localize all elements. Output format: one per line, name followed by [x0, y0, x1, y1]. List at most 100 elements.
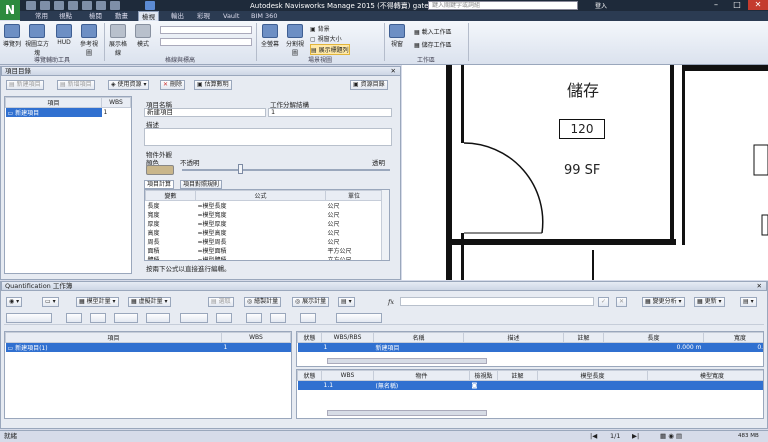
table-row[interactable]: 1.1 (無名稱) ◙ [297, 380, 763, 390]
virtual-takeoff-button[interactable]: ▦ 虛擬計量 ▾ [128, 297, 171, 307]
toolbar-button-9[interactable] [270, 313, 286, 323]
delete-button[interactable]: ✕ 刪除 [160, 80, 185, 90]
search-input[interactable]: 鍵入關鍵字或詞組 [428, 1, 578, 10]
col-unit[interactable]: 單位 [325, 190, 383, 201]
maximize-button[interactable]: □ [727, 0, 747, 10]
3d-viewport[interactable]: 儲存 120 99 SF [402, 65, 768, 280]
formula-row[interactable]: 體積 =模型體積 立方公尺 [146, 255, 383, 260]
close-button[interactable]: ✕ [748, 0, 768, 10]
item-name-field[interactable]: 新建項目 [144, 108, 266, 117]
update-button[interactable]: ▦ 更新 ▾ [694, 297, 725, 307]
col-object[interactable]: 物件 [373, 370, 470, 381]
opacity-slider-track[interactable] [182, 169, 390, 171]
formula-row[interactable]: 厚度 =模型厚度 公尺 [146, 219, 383, 228]
col-viewpoint[interactable]: 檢視點 [469, 370, 498, 381]
minimize-button[interactable]: – [706, 0, 726, 10]
new-item-button[interactable]: ▤ 新建項目 [6, 80, 44, 90]
layout-button[interactable]: ▭ ▾ [42, 297, 59, 307]
tree-row[interactable]: ▭ 新建項目 1 [5, 107, 131, 117]
hud-button[interactable]: HUD [54, 24, 74, 46]
col-model-width[interactable]: 模型寬度 [647, 370, 763, 381]
tab-animation[interactable]: 動畫 [112, 11, 131, 21]
formula-expression[interactable]: =模型面積 [196, 246, 326, 255]
tab-item-calc[interactable]: 項目計算 [144, 180, 175, 189]
col-status[interactable]: 狀態 [297, 370, 322, 381]
workbook-col-item[interactable]: 項目 [5, 332, 222, 343]
save-workspace-button[interactable]: ▦ 儲存工作區 [414, 40, 452, 49]
toolbar-button-2[interactable] [66, 313, 82, 323]
toolbar-button-3[interactable] [90, 313, 106, 323]
formula-row[interactable]: 長度 =模型長度 公尺 [146, 201, 383, 210]
formula-expression[interactable]: =模型體積 [196, 255, 326, 260]
col-width[interactable]: 寬度 [703, 332, 763, 343]
formula-expression[interactable]: =模型周長 [196, 237, 326, 246]
fullscreen-button[interactable]: 全螢幕 [259, 24, 281, 48]
tree-header-wbs[interactable]: WBS [101, 97, 131, 108]
accept-formula-button[interactable]: ✓ [598, 297, 610, 307]
reference-views-button[interactable]: 參考視圖 [78, 24, 100, 57]
toolbar-button-7[interactable] [216, 313, 232, 323]
description-field[interactable] [144, 128, 392, 146]
select-button[interactable]: ▤ 選取 [208, 297, 234, 307]
redo-icon[interactable] [82, 1, 92, 10]
use-resource-button[interactable]: ◈ 使用資源 ▾ [108, 80, 150, 90]
col-wbs[interactable]: WBS/RBS [321, 332, 374, 343]
login-link[interactable]: 登入 [595, 1, 607, 10]
viewcube-button[interactable]: 視圖立方塊 [24, 24, 50, 57]
col-length[interactable]: 長度 [603, 332, 704, 343]
show-title-bar-button[interactable]: ▤ 展示標題列 [310, 44, 350, 55]
col-name[interactable]: 名稱 [373, 332, 464, 343]
tree-item-name[interactable]: ▭ 新建項目 [5, 107, 102, 117]
print-icon[interactable] [54, 1, 64, 10]
quantify-button[interactable]: ▣ 估算數明 [194, 80, 232, 90]
background-button[interactable]: ▣ 背景 [310, 24, 330, 33]
tab-home[interactable]: 常用 [32, 11, 51, 21]
formula-expression[interactable]: =模型高度 [196, 228, 326, 237]
workbook-col-wbs[interactable]: WBS [221, 332, 291, 343]
new-group-button[interactable]: ▤ 新增項目 [57, 80, 95, 90]
formula-expression[interactable]: =模型厚度 [196, 219, 326, 228]
application-menu-button[interactable]: N [0, 0, 20, 20]
close-icon[interactable]: ✕ [391, 67, 396, 76]
save-icon[interactable] [40, 1, 50, 10]
formula-row[interactable]: 周長 =模型周長 公尺 [146, 237, 383, 246]
select-icon[interactable] [110, 1, 120, 10]
formula-row[interactable]: 面積 =模型面積 平方公尺 [146, 246, 383, 255]
wbs-field[interactable]: 1 [268, 108, 392, 117]
cursor-icon[interactable] [145, 1, 155, 10]
tab-vault[interactable]: Vault [220, 11, 242, 21]
first-page-icon[interactable]: |◀ [590, 431, 597, 442]
sketch-takeoff-button[interactable]: ◎ 繪製計量 [244, 297, 282, 307]
tab-viewpoint[interactable]: 視點 [56, 11, 75, 21]
export-button[interactable]: ▤ ▾ [338, 297, 355, 307]
tab-bim360[interactable]: BIM 360 [248, 11, 280, 21]
formula-row[interactable]: 高度 =模型高度 公尺 [146, 228, 383, 237]
toolbar-button-1[interactable] [6, 313, 52, 323]
table-row[interactable]: 1 新建項目 0.000 m 0.000 [297, 342, 763, 352]
col-wbs[interactable]: WBS [321, 370, 374, 381]
undo-icon[interactable] [68, 1, 78, 10]
col-comment[interactable]: 註解 [563, 332, 604, 343]
toolbar-button-5[interactable] [146, 313, 170, 323]
change-analysis-button[interactable]: ▦ 變更分析 ▾ [642, 297, 685, 307]
windows-button[interactable]: 視窗 [387, 24, 407, 48]
col-status[interactable]: 狀態 [297, 332, 322, 343]
formula-bar[interactable] [400, 297, 594, 306]
formula-expression[interactable]: =模型寬度 [196, 210, 326, 219]
col-description[interactable]: 描述 [463, 332, 564, 343]
nav-bar-button[interactable]: 導覽列 [2, 24, 22, 48]
window-size-button[interactable]: ▢ 視窗大小 [310, 34, 342, 43]
toolbar-button-4[interactable] [114, 313, 138, 323]
open-icon[interactable] [26, 1, 36, 10]
show-grid-button[interactable]: 展示格線 [107, 24, 129, 57]
col-model-length[interactable]: 模型長度 [537, 370, 648, 381]
horizontal-scrollbar[interactable] [327, 358, 487, 364]
formula-expression[interactable]: =模型長度 [196, 201, 326, 210]
model-takeoff-button[interactable]: ▦ 模型計量 ▾ [76, 297, 119, 307]
tab-view[interactable]: 檢視 [138, 11, 159, 21]
formula-scrollbar[interactable] [381, 190, 389, 260]
tab-item-rules[interactable]: 項目對照規則 [180, 180, 223, 189]
tab-render[interactable]: 彩現 [194, 11, 213, 21]
formula-row[interactable]: 寬度 =模型寬度 公尺 [146, 210, 383, 219]
col-formula[interactable]: 公式 [195, 190, 326, 201]
